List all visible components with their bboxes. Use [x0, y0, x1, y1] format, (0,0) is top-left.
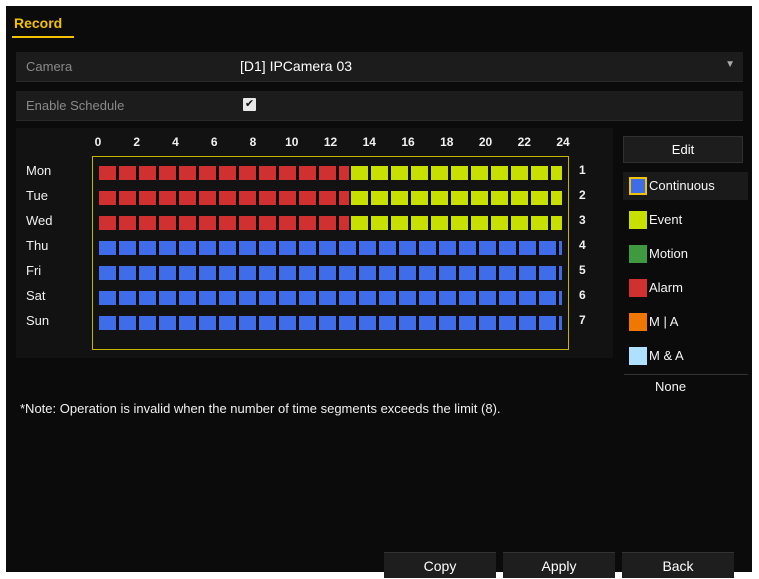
schedule-grid[interactable]	[92, 156, 569, 350]
hour-label: 22	[517, 135, 531, 149]
schedule-segment[interactable]	[99, 191, 349, 205]
day-label-sun: Sun	[26, 313, 50, 328]
schedule-segment[interactable]	[99, 216, 349, 230]
tab-record[interactable]: Record	[14, 15, 62, 31]
enable-schedule-checkbox[interactable]: ✔	[243, 98, 256, 111]
legend-item[interactable]: Continuous	[623, 172, 748, 200]
enable-schedule-row: Enable Schedule ✔	[16, 91, 743, 121]
apply-button[interactable]: Apply	[503, 552, 615, 578]
row-number: 4	[579, 238, 586, 252]
row-number: 7	[579, 313, 586, 327]
day-label-fri: Fri	[26, 263, 42, 278]
day-label-mon: Mon	[26, 163, 52, 178]
hour-label: 8	[249, 135, 257, 149]
legend-item[interactable]: Alarm	[623, 274, 748, 302]
schedule-segment[interactable]	[350, 191, 562, 205]
row-number: 2	[579, 188, 586, 202]
hour-label: 16	[401, 135, 415, 149]
hour-label: 6	[210, 135, 218, 149]
hour-label: 14	[362, 135, 376, 149]
legend-item[interactable]: M & A	[623, 342, 748, 370]
schedule-segment[interactable]	[99, 241, 562, 255]
schedule-segment[interactable]	[350, 166, 562, 180]
note-text: *Note: Operation is invalid when the num…	[20, 401, 501, 416]
legend-item[interactable]: M | A	[623, 308, 748, 336]
hour-label: 18	[440, 135, 454, 149]
chevron-down-icon[interactable]: ▼	[725, 59, 735, 70]
day-label-sat: Sat	[26, 288, 46, 303]
legend-label: Motion	[649, 246, 689, 261]
day-label-tue: Tue	[26, 188, 48, 203]
color-swatch	[629, 347, 647, 365]
legend-item[interactable]: Motion	[623, 240, 748, 268]
schedule-segment[interactable]	[99, 316, 562, 330]
legend-label: Continuous	[649, 178, 715, 193]
color-swatch	[629, 313, 647, 331]
schedule-segment[interactable]	[99, 266, 562, 280]
row-number: 5	[579, 263, 586, 277]
camera-select-value[interactable]: [D1] IPCamera 03	[240, 58, 352, 74]
schedule-segment[interactable]	[350, 216, 562, 230]
camera-label: Camera	[26, 59, 73, 74]
hour-label: 0	[94, 135, 102, 149]
hour-label: 4	[172, 135, 179, 149]
legend-label: M | A	[649, 314, 679, 329]
hour-label: 20	[478, 135, 493, 149]
legend-none[interactable]: None	[655, 379, 686, 394]
legend-item[interactable]: Event	[623, 206, 748, 234]
enable-schedule-label: Enable Schedule	[26, 98, 125, 113]
tab-active-underline	[12, 36, 74, 38]
schedule-segment[interactable]	[99, 291, 562, 305]
copy-button[interactable]: Copy	[384, 552, 496, 578]
color-swatch	[629, 279, 647, 297]
hour-label: 12	[323, 135, 338, 149]
edit-button[interactable]: Edit	[623, 136, 743, 163]
row-number: 1	[579, 163, 586, 177]
color-swatch	[629, 177, 647, 195]
camera-row[interactable]: Camera [D1] IPCamera 03 ▼	[16, 52, 743, 82]
back-button[interactable]: Back	[622, 552, 734, 578]
legend-label: Alarm	[649, 280, 683, 295]
record-window: Record Camera [D1] IPCamera 03 ▼ Enable …	[6, 6, 752, 578]
schedule-segment[interactable]	[99, 166, 349, 180]
hour-label: 2	[133, 135, 141, 149]
legend-label: Event	[649, 212, 683, 227]
legend-label: M & A	[649, 348, 684, 363]
row-number: 3	[579, 213, 586, 227]
legend-divider	[624, 374, 748, 375]
day-label-wed: Wed	[26, 213, 53, 228]
row-number: 6	[579, 288, 586, 302]
color-swatch	[629, 211, 647, 229]
hour-label: 24	[556, 135, 570, 149]
day-label-thu: Thu	[26, 238, 49, 253]
hour-label: 10	[285, 135, 299, 149]
color-swatch	[629, 245, 647, 263]
